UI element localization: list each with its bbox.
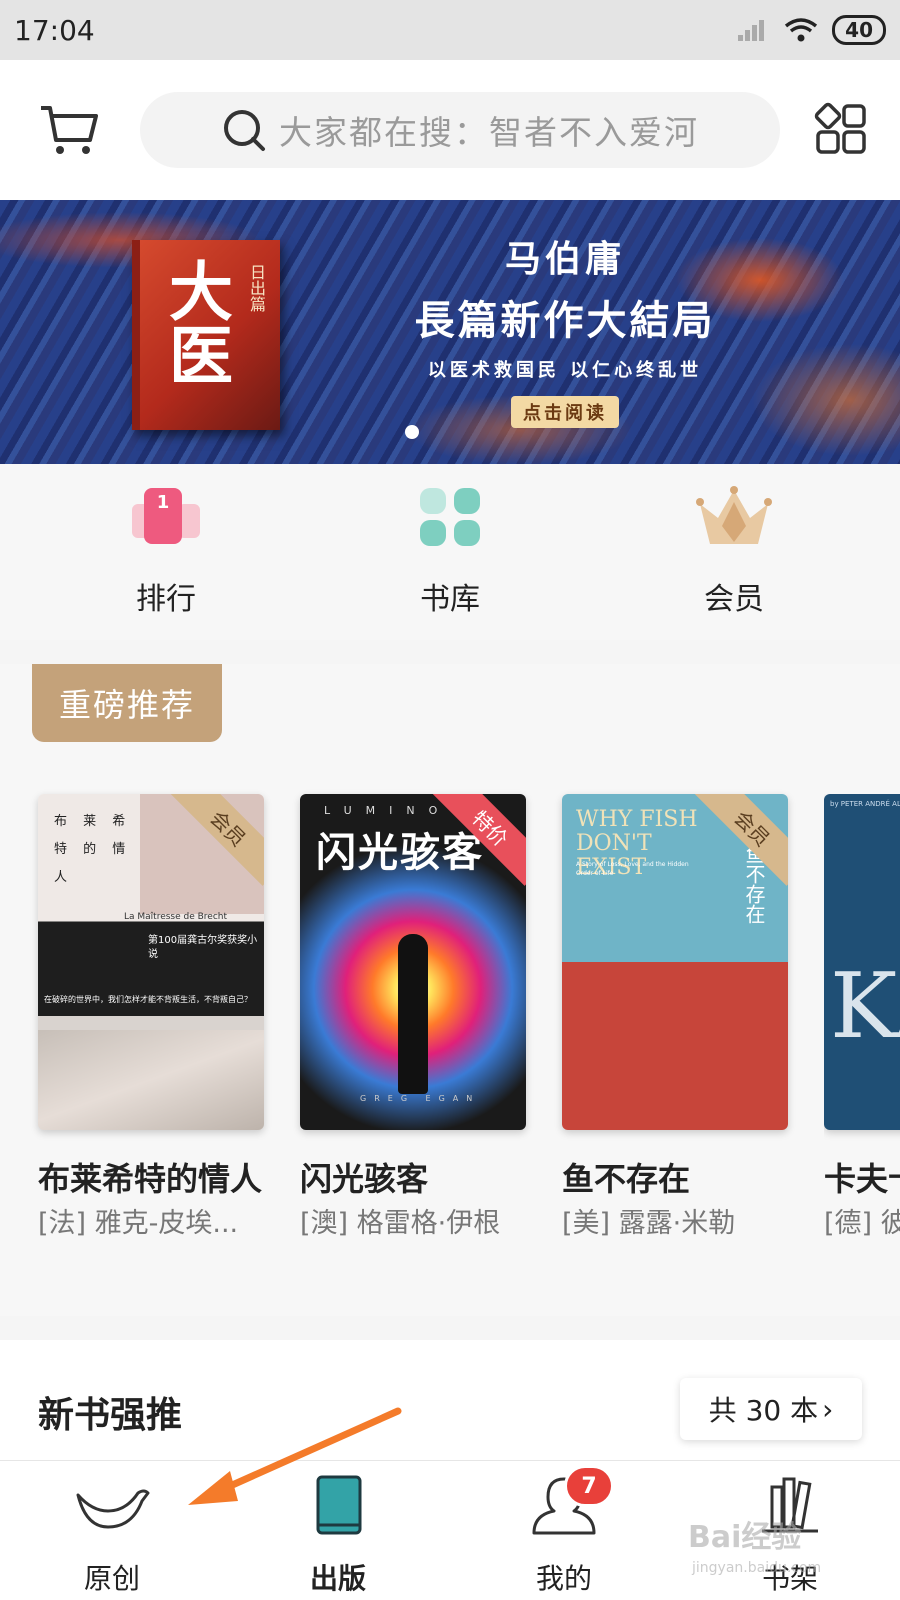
nav-label: 出版 <box>309 1562 366 1595</box>
book-author: [法] 雅克-皮埃... <box>38 1208 239 1239</box>
banner-book-cover: 大医 日出篇 <box>132 240 280 430</box>
banner-tagline: 以医术救国民 以仁心终乱世 <box>427 360 703 381</box>
notification-badge: 7 <box>564 1465 614 1507</box>
quick-entry-library[interactable]: 书库 <box>380 482 520 618</box>
book-card[interactable]: WHY FISH DON'T EXIST A Story of Loss, Lo… <box>562 794 788 1242</box>
search-input[interactable]: 大家都在搜：智者不入爱河 <box>140 92 780 168</box>
book-cover: 布 莱 希 特 的 情 人 La Maîtresse de Brecht 第10… <box>38 794 264 1130</box>
view-all-button[interactable]: 共 30 本 › <box>680 1378 862 1440</box>
status-bar: 17:04 40 <box>0 0 900 60</box>
category-grid-button[interactable] <box>814 102 870 158</box>
book-card[interactable]: LUMINOUS 闪光骇客 GREG EGAN 特价 闪光骇客 [澳] 格雷格·… <box>300 794 526 1242</box>
cover-title-text: 布 莱 希 特 的 情 人 <box>54 814 132 885</box>
book-cover: by PETER ANDRÉ ALT KA <box>824 794 900 1130</box>
top-header: 大家都在搜：智者不入爱河 <box>0 60 900 200</box>
quick-entry-member[interactable]: 会员 <box>664 482 804 618</box>
rank-icon: 1 <box>126 482 206 552</box>
carousel-indicator <box>405 425 419 439</box>
status-icons: 40 <box>736 15 886 45</box>
section-title: 新书强推 <box>38 1395 183 1436</box>
book-title: 卡夫卡 <box>824 1160 900 1198</box>
grid-icon <box>814 102 866 154</box>
banner-read-button[interactable]: 点击阅读 <box>511 396 619 428</box>
recommended-section: 重磅推荐 布 莱 希 特 的 情 人 La Maîtresse de Brech… <box>0 664 900 1316</box>
view-all-label: 共 30 本 <box>708 1394 819 1427</box>
cover-subtitle: A Story of Loss, Love, and the Hidden Or… <box>576 861 689 877</box>
user-icon: 7 <box>524 1465 614 1541</box>
quick-entry-rank[interactable]: 1 排行 <box>96 482 236 618</box>
banner-author: 马伯庸 <box>504 238 625 280</box>
cover-tagline: 在破碎的世界中，我们怎样才能不背叛生活，不背叛自己？ <box>44 995 252 1004</box>
bird-icon <box>72 1471 152 1541</box>
banner-text: 马伯庸 長篇新作大結局 以医术救国民 以仁心终乱世 点击阅读 <box>390 230 740 428</box>
new-books-section: 新书强推 共 30 本 › <box>0 1340 900 1460</box>
banner-book-subtitle: 日出篇 <box>247 264 266 312</box>
cover-letters: KA <box>830 954 900 1059</box>
nav-label: 我的 <box>535 1562 592 1595</box>
nav-tab-mine[interactable]: 7 我的 <box>494 1465 634 1597</box>
banner-headline: 長篇新作大結局 <box>414 297 716 344</box>
watermark: Bai经验 <box>688 1520 802 1555</box>
watermark-url: jingyan.baidu.com <box>692 1560 822 1576</box>
cart-icon <box>41 106 98 154</box>
status-time: 17:04 <box>14 13 95 47</box>
wifi-icon <box>785 18 818 42</box>
crown-icon <box>694 482 774 552</box>
library-icon <box>410 482 490 552</box>
cover-subtitle: La Maîtresse de Brecht <box>124 912 228 922</box>
search-icon <box>224 110 265 151</box>
quick-entry-label: 书库 <box>420 582 480 617</box>
book-title: 闪光骇客 <box>300 1160 429 1198</box>
cover-top-text: by PETER ANDRÉ ALT <box>830 800 900 808</box>
book-title: 布莱希特的情人 <box>38 1160 263 1198</box>
battery-indicator: 40 <box>832 15 886 45</box>
cover-award: 第100届龚古尔奖获奖小说 <box>148 935 258 960</box>
quick-entries: 1 排行 书库 会员 <box>0 464 900 640</box>
nav-label: 原创 <box>83 1562 140 1595</box>
chevron-right-icon: › <box>822 1392 834 1426</box>
book-card[interactable]: by PETER ANDRÉ ALT KA 卡夫卡 [德] 彼得-安德烈·阿尔特 <box>824 794 900 1242</box>
nav-tab-publish[interactable]: 出版 <box>268 1471 408 1597</box>
book-title: 鱼不存在 <box>562 1160 691 1198</box>
book-card[interactable]: 布 莱 希 特 的 情 人 La Maîtresse de Brecht 第10… <box>38 794 264 1242</box>
signal-icon <box>738 20 765 41</box>
search-placeholder: 大家都在搜：智者不入爱河 <box>279 113 699 152</box>
nav-tab-original[interactable]: 原创 <box>42 1471 182 1597</box>
section-tag: 重磅推荐 <box>32 664 222 742</box>
quick-entry-label: 排行 <box>136 582 196 617</box>
quick-entry-label: 会员 <box>704 582 764 617</box>
cover-title-text: 闪光骇客 <box>316 830 484 876</box>
svg-text:1: 1 <box>157 492 170 513</box>
cover-author-en: GREG EGAN <box>360 1094 481 1103</box>
promo-banner[interactable]: 大医 日出篇 马伯庸 長篇新作大結局 以医术救国民 以仁心终乱世 点击阅读 <box>0 200 900 464</box>
book-cover: LUMINOUS 闪光骇客 GREG EGAN 特价 <box>300 794 526 1130</box>
banner-book-title: 大医 <box>158 258 233 386</box>
book-icon <box>298 1471 378 1541</box>
book-author: [美] 露露·米勒 <box>562 1208 736 1239</box>
book-cover: WHY FISH DON'T EXIST A Story of Loss, Lo… <box>562 794 788 1130</box>
cart-button[interactable] <box>38 100 100 160</box>
book-author: [澳] 格雷格·伊根 <box>300 1208 501 1239</box>
book-author: [德] 彼得-安德烈·阿尔特 <box>824 1208 900 1239</box>
